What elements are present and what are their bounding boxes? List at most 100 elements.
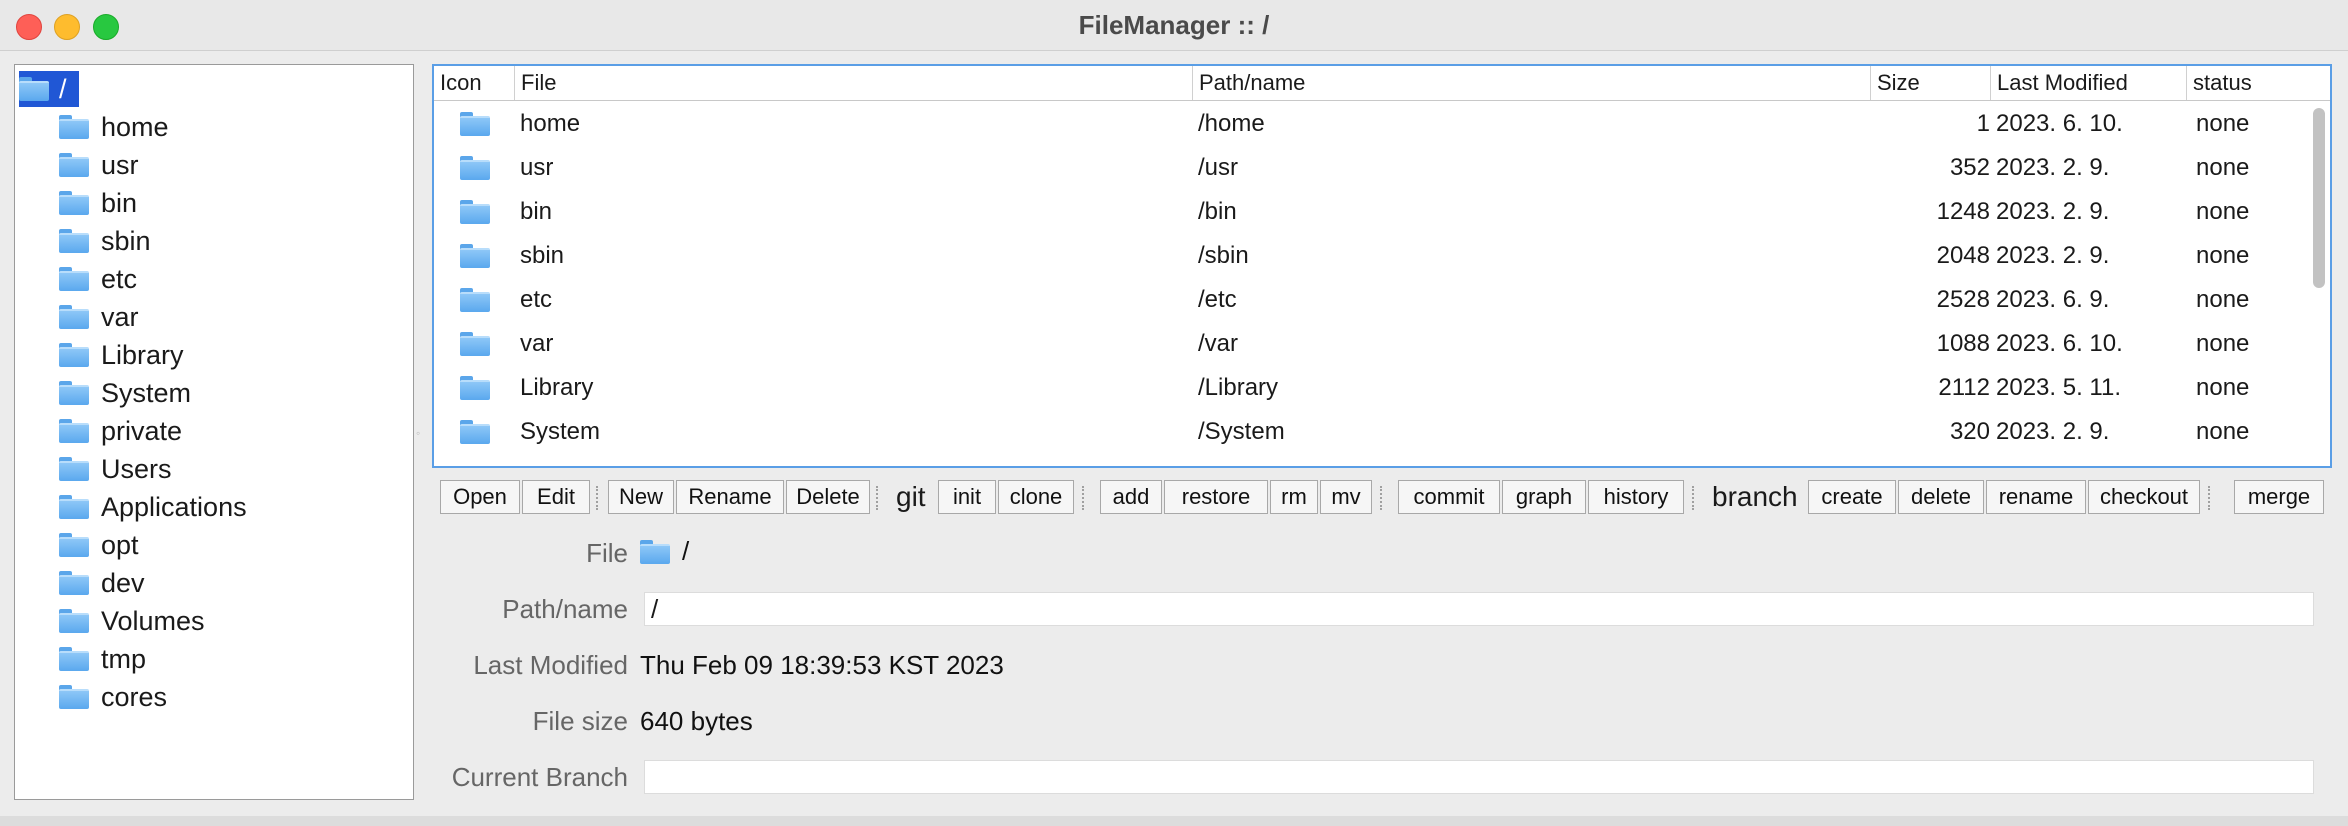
git-rm-button[interactable]: rm bbox=[1270, 480, 1318, 514]
tree-root-node[interactable]: / bbox=[19, 71, 79, 107]
tree-node[interactable]: bin bbox=[59, 185, 137, 221]
tree-node[interactable]: Applications bbox=[59, 489, 247, 525]
column-header-file[interactable]: File bbox=[514, 66, 1192, 100]
path-cell: /home bbox=[1198, 110, 1265, 137]
file-label: File bbox=[586, 538, 628, 568]
tree-node[interactable]: usr bbox=[59, 147, 139, 183]
folder-icon bbox=[59, 495, 89, 519]
path-field[interactable]: / bbox=[644, 592, 2314, 626]
column-header-icon[interactable]: Icon bbox=[434, 66, 514, 100]
modified-cell: 2023. 6. 9. bbox=[1996, 286, 2110, 313]
rename-button[interactable]: Rename bbox=[676, 480, 784, 514]
table-row[interactable]: var/var 1088 2023. 6. 10. none bbox=[434, 322, 2294, 366]
table-scroll-thumb[interactable] bbox=[2313, 108, 2325, 288]
split-pane-handle[interactable]: ◦ bbox=[416, 426, 428, 440]
folder-icon bbox=[460, 156, 490, 180]
path-cell: /Library bbox=[1198, 374, 1279, 401]
size-cell: 320 bbox=[1949, 418, 1990, 445]
git-restore-button[interactable]: restore bbox=[1164, 480, 1268, 514]
folder-icon bbox=[59, 115, 89, 139]
table-row[interactable]: usr/usr 352 2023. 2. 9. none bbox=[434, 146, 2294, 190]
table-row[interactable]: sbin/sbin 2048 2023. 2. 9. none bbox=[434, 234, 2294, 278]
table-row[interactable]: Library/Library 2112 2023. 5. 11. none bbox=[434, 366, 2294, 410]
current-branch-field[interactable] bbox=[644, 760, 2314, 794]
status-cell: none bbox=[2196, 198, 2250, 225]
table-row[interactable]: home/home 1 2023. 6. 10. none bbox=[434, 102, 2294, 146]
column-header-path[interactable]: Path/name bbox=[1192, 66, 1870, 100]
branch-create-button[interactable]: create bbox=[1808, 480, 1896, 514]
status-cell: none bbox=[2196, 242, 2250, 269]
current-branch-label: Current Branch bbox=[451, 762, 628, 792]
tree-node[interactable]: Users bbox=[59, 451, 172, 487]
size-label: File size bbox=[532, 706, 628, 736]
git-clone-button[interactable]: clone bbox=[998, 480, 1074, 514]
merge-button[interactable]: merge bbox=[2234, 480, 2324, 514]
git-group-label: git bbox=[896, 481, 926, 512]
toolbar-separator bbox=[1692, 486, 1696, 510]
open-button[interactable]: Open bbox=[440, 480, 520, 514]
git-graph-button[interactable]: graph bbox=[1502, 480, 1586, 514]
file-value: / bbox=[640, 536, 689, 567]
tree-node-label: Volumes bbox=[101, 605, 205, 636]
branch-rename-button[interactable]: rename bbox=[1986, 480, 2086, 514]
toolbar-separator bbox=[596, 486, 600, 510]
tree-node[interactable]: Library bbox=[59, 337, 184, 373]
tree-node[interactable]: var bbox=[59, 299, 139, 335]
table-scrollbar[interactable] bbox=[2312, 106, 2326, 458]
branch-checkout-button[interactable]: checkout bbox=[2088, 480, 2200, 514]
tree-node[interactable]: System bbox=[59, 375, 191, 411]
file-table[interactable]: Icon File Path/name Size Last Modified s… bbox=[432, 64, 2332, 468]
modified-cell: 2023. 2. 9. bbox=[1996, 418, 2110, 445]
file-name-cell: System bbox=[520, 418, 601, 445]
tree-node[interactable]: dev bbox=[59, 565, 145, 601]
git-mv-button[interactable]: mv bbox=[1320, 480, 1372, 514]
branch-delete-button[interactable]: delete bbox=[1898, 480, 1984, 514]
tree-node[interactable]: home bbox=[59, 109, 169, 145]
git-init-button[interactable]: init bbox=[938, 480, 996, 514]
size-value: 640 bytes bbox=[640, 706, 753, 736]
path-cell: /sbin bbox=[1198, 242, 1249, 269]
tree-node[interactable]: opt bbox=[59, 527, 139, 563]
folder-icon bbox=[59, 191, 89, 215]
status-cell: none bbox=[2196, 154, 2250, 181]
modified-label: Last Modified bbox=[473, 650, 628, 680]
folder-icon bbox=[460, 376, 490, 400]
directory-tree[interactable]: / home usr bin sbin etc var Library System priva… bbox=[14, 64, 414, 800]
table-header: Icon File Path/name Size Last Modified s… bbox=[434, 66, 2330, 101]
tree-node-label: Applications bbox=[101, 491, 247, 522]
folder-icon bbox=[460, 244, 490, 268]
new-button[interactable]: New bbox=[608, 480, 674, 514]
status-cell: none bbox=[2196, 418, 2250, 445]
git-history-button[interactable]: history bbox=[1588, 480, 1684, 514]
file-name-cell: etc bbox=[520, 286, 553, 313]
folder-icon bbox=[640, 539, 670, 564]
column-header-size[interactable]: Size bbox=[1870, 66, 1990, 100]
tree-node-label: tmp bbox=[101, 643, 147, 674]
edit-button[interactable]: Edit bbox=[522, 480, 590, 514]
tree-node[interactable]: sbin bbox=[59, 223, 151, 259]
size-cell: 1248 bbox=[1936, 198, 1990, 225]
file-name-cell: home bbox=[520, 110, 581, 137]
tree-node[interactable]: cores bbox=[59, 679, 167, 715]
table-row[interactable]: etc/etc 2528 2023. 6. 9. none bbox=[434, 278, 2294, 322]
tree-node-label: usr bbox=[101, 149, 139, 180]
path-cell: /bin bbox=[1198, 198, 1237, 225]
file-name-cell: var bbox=[520, 330, 554, 357]
path-cell: /etc bbox=[1198, 286, 1237, 313]
tree-node-label: private bbox=[101, 415, 183, 446]
table-row[interactable]: bin/bin 1248 2023. 2. 9. none bbox=[434, 190, 2294, 234]
table-row[interactable]: System/System 320 2023. 2. 9. none bbox=[434, 410, 2294, 454]
delete-button[interactable]: Delete bbox=[786, 480, 870, 514]
path-label: Path/name bbox=[502, 594, 628, 624]
column-header-modified[interactable]: Last Modified bbox=[1990, 66, 2186, 100]
tree-node[interactable]: tmp bbox=[59, 641, 146, 677]
tree-node[interactable]: Volumes bbox=[59, 603, 205, 639]
git-commit-button[interactable]: commit bbox=[1398, 480, 1500, 514]
column-header-status[interactable]: status bbox=[2186, 66, 2292, 100]
git-add-button[interactable]: add bbox=[1100, 480, 1162, 514]
tree-node-label: cores bbox=[101, 681, 168, 712]
folder-icon bbox=[59, 457, 89, 481]
folder-icon bbox=[460, 332, 490, 356]
tree-node[interactable]: etc bbox=[59, 261, 137, 297]
tree-node[interactable]: private bbox=[59, 413, 182, 449]
